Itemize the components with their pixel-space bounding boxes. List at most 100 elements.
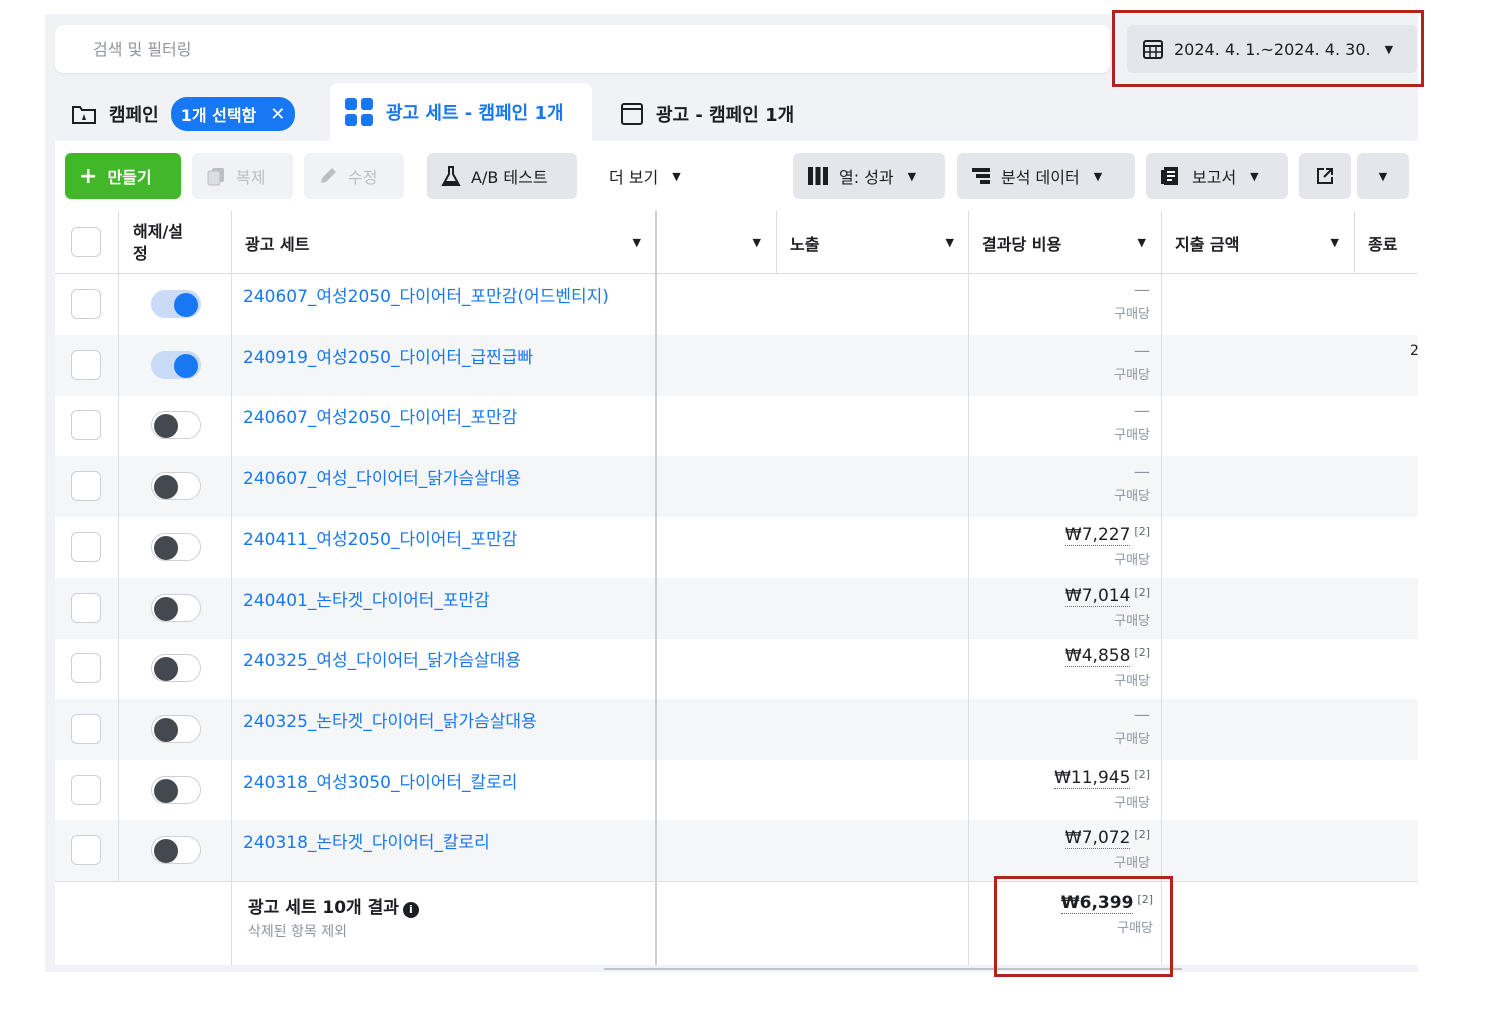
column-divider — [1354, 211, 1355, 274]
toggle-knob — [154, 414, 178, 438]
row-checkbox[interactable] — [71, 471, 101, 501]
adset-name-link[interactable]: 240318_논타겟_다이어터_칼로리 — [243, 828, 490, 853]
adset-name-link[interactable]: 240411_여성2050_다이어터_포만감 — [243, 525, 517, 550]
column-header-spent-label: 지출 금액 — [1175, 231, 1239, 255]
column-header-cost-per-result[interactable]: 결과당 비용 ▼ — [982, 211, 1160, 274]
adset-name-link[interactable]: 240607_여성2050_다이어터_포만감(어드벤티지) — [243, 282, 609, 307]
row-checkbox[interactable] — [71, 532, 101, 562]
report-icon — [1160, 165, 1182, 187]
cost-value: ₩4,858 — [1065, 646, 1130, 667]
cost-per-result-cell: —구매당 — [1114, 401, 1150, 443]
cost-value: — — [1134, 705, 1150, 724]
info-icon[interactable]: i — [403, 902, 419, 918]
tab-ad-label: 광고 - 캠페인 1개 — [656, 101, 794, 127]
columns-icon — [807, 166, 829, 186]
row-checkbox[interactable] — [71, 653, 101, 683]
adset-name-link[interactable]: 240607_여성2050_다이어터_포만감 — [243, 403, 517, 428]
duplicate-button[interactable]: 복제 — [192, 153, 293, 199]
adset-toggle[interactable] — [151, 351, 201, 379]
more-options-button[interactable]: ▼ — [1357, 153, 1409, 199]
adset-name-link[interactable]: 240325_여성_다이어터_닭가슴살대용 — [243, 646, 521, 671]
tab-ad[interactable]: 광고 - 캠페인 1개 — [604, 87, 866, 141]
cost-value: ₩7,072 — [1065, 828, 1130, 849]
cost-value: ₩11,945 — [1054, 768, 1130, 789]
row-checkbox[interactable] — [71, 289, 101, 319]
tab-campaign-label: 캠페인 — [109, 101, 159, 127]
adset-toggle[interactable] — [151, 472, 201, 500]
table-row[interactable]: 240318_논타겟_다이어터_칼로리₩7,072[2]구매당 — [55, 820, 1418, 881]
adset-name-link[interactable]: 240318_여성3050_다이어터_칼로리 — [243, 768, 517, 793]
footnote-marker: [2] — [1134, 586, 1150, 599]
adset-toggle[interactable] — [151, 715, 201, 743]
adset-toggle[interactable] — [151, 594, 201, 622]
column-divider — [776, 211, 777, 274]
row-checkbox[interactable] — [71, 714, 101, 744]
adset-toggle[interactable] — [151, 654, 201, 682]
table-header: 해제/설정 광고 세트 ▼ ▼ 노출 ▼ 결과당 비용 ▼ 지출 금액 ▼ 종료 — [55, 211, 1418, 274]
table-row[interactable]: 240325_여성_다이어터_닭가슴살대용 ₩4,858[2]구매당 — [55, 638, 1418, 699]
adset-name-link[interactable]: 240919_여성2050_다이어터_급찐급빠 — [243, 343, 533, 368]
search-bar — [55, 25, 1110, 73]
toggle-knob — [154, 839, 178, 863]
more-button[interactable]: 더 보기 ▼ — [595, 153, 705, 199]
cost-per-result-cell: ₩7,014[2]구매당 — [1065, 586, 1150, 629]
breakdown-button[interactable]: 분석 데이터 ▼ — [957, 153, 1135, 199]
row-checkbox[interactable] — [71, 835, 101, 865]
external-link-icon — [1315, 166, 1335, 186]
summary-divider — [55, 881, 1418, 882]
adset-name-link[interactable]: 240325_논타겟_다이어터_닭가슴살대용 — [243, 707, 537, 732]
table-row[interactable]: 240411_여성2050_다이어터_포만감₩7,227[2]구매당 — [55, 517, 1418, 578]
column-header-toggle[interactable]: 해제/설정 — [133, 211, 231, 274]
breakdown-icon — [971, 166, 991, 186]
row-checkbox[interactable] — [71, 410, 101, 440]
adset-name-link[interactable]: 240401_논타겟_다이어터_포만감 — [243, 586, 490, 611]
row-checkbox[interactable] — [71, 593, 101, 623]
export-button[interactable] — [1299, 153, 1351, 199]
tab-campaign[interactable]: 캠페인 1개 선택함 ✕ — [55, 87, 319, 141]
adset-name-link[interactable]: 240607_여성_다이어터_닭가슴살대용 — [243, 464, 521, 489]
caret-down-icon: ▼ — [633, 236, 641, 249]
search-input[interactable] — [93, 37, 993, 61]
column-header-toggle-label: 해제/설정 — [133, 221, 191, 265]
table-row[interactable]: 240607_여성_다이어터_닭가슴살대용—구매당 — [55, 456, 1418, 517]
toggle-knob — [174, 354, 198, 378]
edit-button[interactable]: 수정 — [304, 153, 404, 199]
column-header-blank[interactable]: ▼ — [657, 211, 775, 274]
reports-button[interactable]: 보고서 ▼ — [1146, 153, 1288, 199]
tab-adset[interactable]: 광고 세트 - 캠페인 1개 — [330, 83, 592, 141]
column-divider — [968, 211, 969, 965]
table-row[interactable]: 240607_여성2050_다이어터_포만감 —구매당 — [55, 395, 1418, 456]
table-row[interactable]: 240318_여성3050_다이어터_칼로리₩11,945[2]구매당 — [55, 760, 1418, 821]
adset-toggle[interactable] — [151, 533, 201, 561]
column-header-impressions[interactable]: 노출 ▼ — [790, 211, 968, 274]
adset-toggle[interactable] — [151, 836, 201, 864]
table-row[interactable]: 240401_논타겟_다이어터_포만감 ₩7,014[2]구매당 — [55, 578, 1418, 639]
row-checkbox[interactable] — [71, 775, 101, 805]
column-divider — [1161, 211, 1162, 965]
pencil-icon — [318, 166, 338, 186]
row-checkbox[interactable] — [71, 350, 101, 380]
adset-toggle[interactable] — [151, 776, 201, 804]
table-row[interactable]: 240325_논타겟_다이어터_닭가슴살대용—구매당 — [55, 699, 1418, 760]
columns-button[interactable]: 열: 성과 ▼ — [793, 153, 945, 199]
close-icon[interactable]: ✕ — [270, 104, 285, 125]
adset-toggle[interactable] — [151, 290, 201, 318]
summary-title-text: 광고 세트 10개 결과 — [248, 898, 399, 918]
ab-test-button[interactable]: A/B 테스트 — [427, 153, 577, 199]
caret-down-icon: ▼ — [753, 236, 761, 249]
select-all-checkbox[interactable] — [71, 227, 101, 257]
edit-label: 수정 — [348, 164, 377, 188]
footnote-marker: [2] — [1134, 828, 1150, 841]
table-row[interactable]: 240607_여성2050_다이어터_포만감(어드벤티지)—구매당 — [55, 274, 1418, 335]
column-header-name[interactable]: 광고 세트 ▼ — [245, 211, 655, 274]
toggle-knob — [174, 293, 198, 317]
column-header-amount-spent[interactable]: 지출 금액 ▼ — [1175, 211, 1353, 274]
column-header-ends[interactable]: 종료 — [1368, 211, 1418, 274]
table-row[interactable]: 240919_여성2050_다이어터_급찐급빠—구매당2 — [55, 335, 1418, 396]
cost-per-result-cell: ₩4,858[2]구매당 — [1065, 646, 1150, 689]
adset-toggle[interactable] — [151, 411, 201, 439]
cost-value: ₩7,227 — [1065, 525, 1130, 546]
caret-down-icon: ▼ — [1138, 236, 1146, 249]
create-button[interactable]: + 만들기 — [65, 153, 181, 199]
selected-chip[interactable]: 1개 선택함 ✕ — [171, 97, 296, 131]
